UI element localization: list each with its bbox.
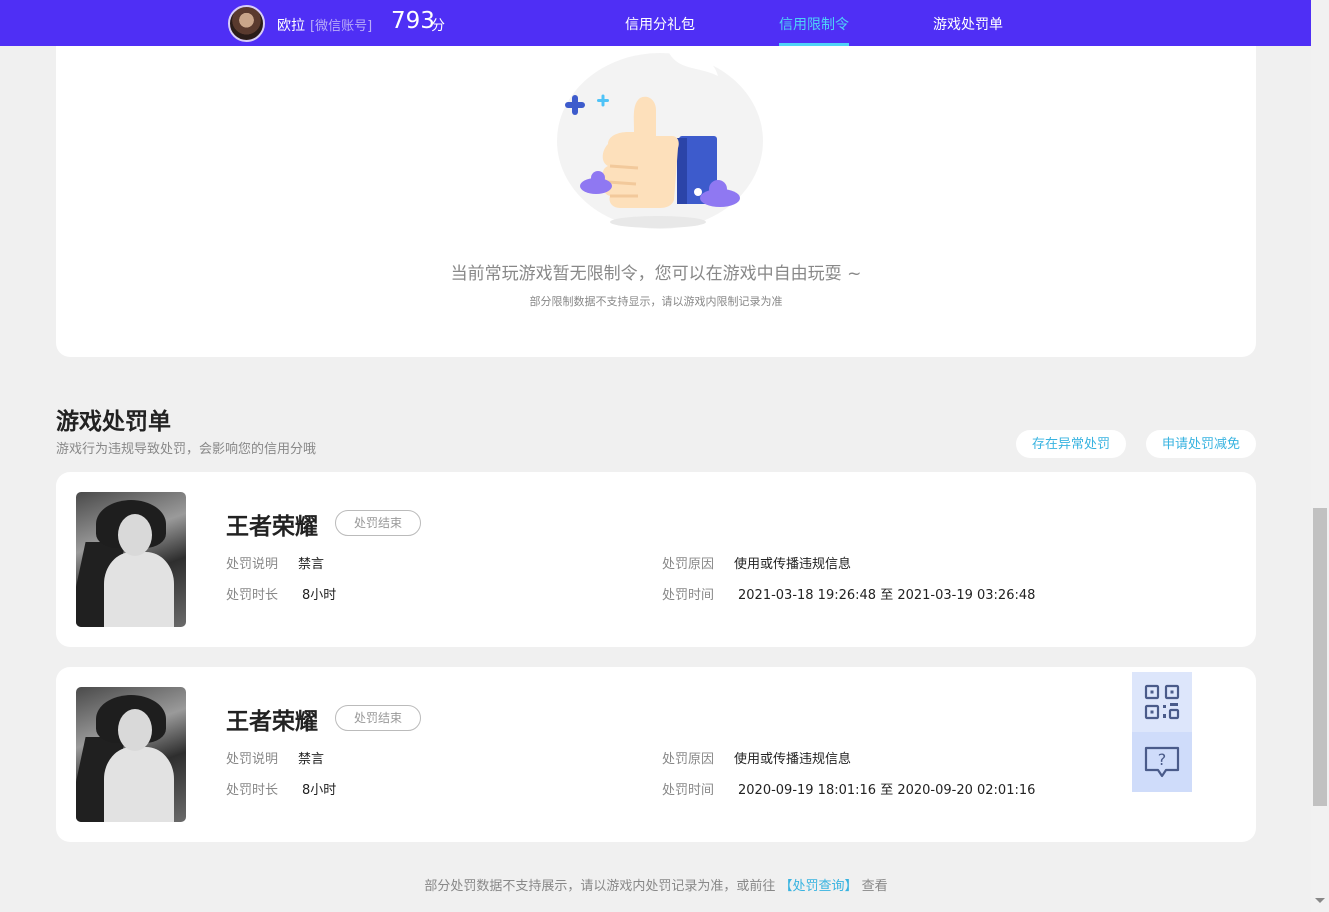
nav-credit-restriction[interactable]: 信用限制令: [779, 14, 849, 34]
svg-text:?: ?: [1158, 750, 1167, 769]
desc-value: 禁言: [298, 752, 325, 767]
restriction-empty-note: 部分限制数据不支持显示，请以游戏内限制记录为准: [529, 295, 783, 308]
reason-value: 使用或传播违规信息: [734, 752, 852, 767]
credit-score: 793: [391, 8, 435, 34]
scroll-down-arrow[interactable]: [1315, 898, 1325, 903]
penalty-footer-note: 部分处罚数据不支持展示，请以游戏内处罚记录为准，或前往 【处罚查询】 查看: [56, 875, 1256, 894]
time-label: 处罚时间: [662, 783, 715, 798]
qr-code-icon: [1144, 684, 1180, 720]
user-name: 欧拉: [277, 18, 305, 34]
help-chat-icon: ?: [1144, 746, 1180, 778]
penalty-section-title: 游戏处罚单: [56, 409, 171, 435]
penalty-query-link[interactable]: 【处罚查询】: [779, 879, 857, 894]
avatar[interactable]: [228, 5, 265, 42]
qr-code-button[interactable]: [1132, 672, 1192, 732]
game-name: 王者荣耀: [226, 514, 318, 540]
help-button[interactable]: ?: [1132, 732, 1192, 792]
credit-score-unit: 分: [431, 18, 445, 34]
reason-value: 使用或传播违规信息: [734, 557, 852, 572]
nav-game-penalty[interactable]: 游戏处罚单: [933, 14, 1003, 34]
footer-note-text: 部分处罚数据不支持展示，请以游戏内处罚记录为准，或前往: [424, 879, 776, 894]
penalty-record-card: 王者荣耀 处罚结束 处罚说明 禁言 处罚时长 8小时 处罚原因 使用或传播违规信…: [56, 472, 1256, 647]
desc-value: 禁言: [298, 557, 325, 572]
game-hero-thumbnail: [76, 687, 186, 822]
duration-value: 8小时: [302, 588, 337, 603]
duration-value: 8小时: [302, 783, 337, 798]
desc-label: 处罚说明: [226, 557, 279, 572]
duration-label: 处罚时长: [226, 588, 279, 603]
penalty-record-card: 王者荣耀 处罚结束 处罚说明 禁言 处罚时长 8小时 处罚原因 使用或传播违规信…: [56, 667, 1256, 842]
time-value: 2020-09-19 18:01:16 至 2020-09-20 02:01:1…: [738, 783, 1036, 798]
thumbs-up-illustration-icon: [557, 49, 763, 229]
game-name: 王者荣耀: [226, 709, 318, 735]
nav-credit-gift[interactable]: 信用分礼包: [625, 14, 695, 34]
abnormal-penalty-button[interactable]: 存在异常处罚: [1016, 430, 1126, 458]
reason-label: 处罚原因: [662, 752, 715, 767]
game-hero-thumbnail: [76, 492, 186, 627]
desc-label: 处罚说明: [226, 752, 279, 767]
penalty-section-subtitle: 游戏行为违规导致处罚，会影响您的信用分哦: [56, 442, 317, 457]
account-type: [微信账号]: [310, 19, 373, 34]
time-label: 处罚时间: [662, 588, 715, 603]
footer-note-suffix: 查看: [861, 879, 888, 894]
status-badge: 处罚结束: [335, 705, 421, 731]
restriction-empty-message: 当前常玩游戏暂无限制令，您可以在游戏中自由玩耍 ~: [450, 264, 862, 284]
duration-label: 处罚时长: [226, 783, 279, 798]
time-value: 2021-03-18 19:26:48 至 2021-03-19 03:26:4…: [738, 588, 1036, 603]
status-badge: 处罚结束: [335, 510, 421, 536]
scrollbar-thumb[interactable]: [1313, 508, 1327, 806]
apply-penalty-reduction-button[interactable]: 申请处罚减免: [1146, 430, 1256, 458]
reason-label: 处罚原因: [662, 557, 715, 572]
